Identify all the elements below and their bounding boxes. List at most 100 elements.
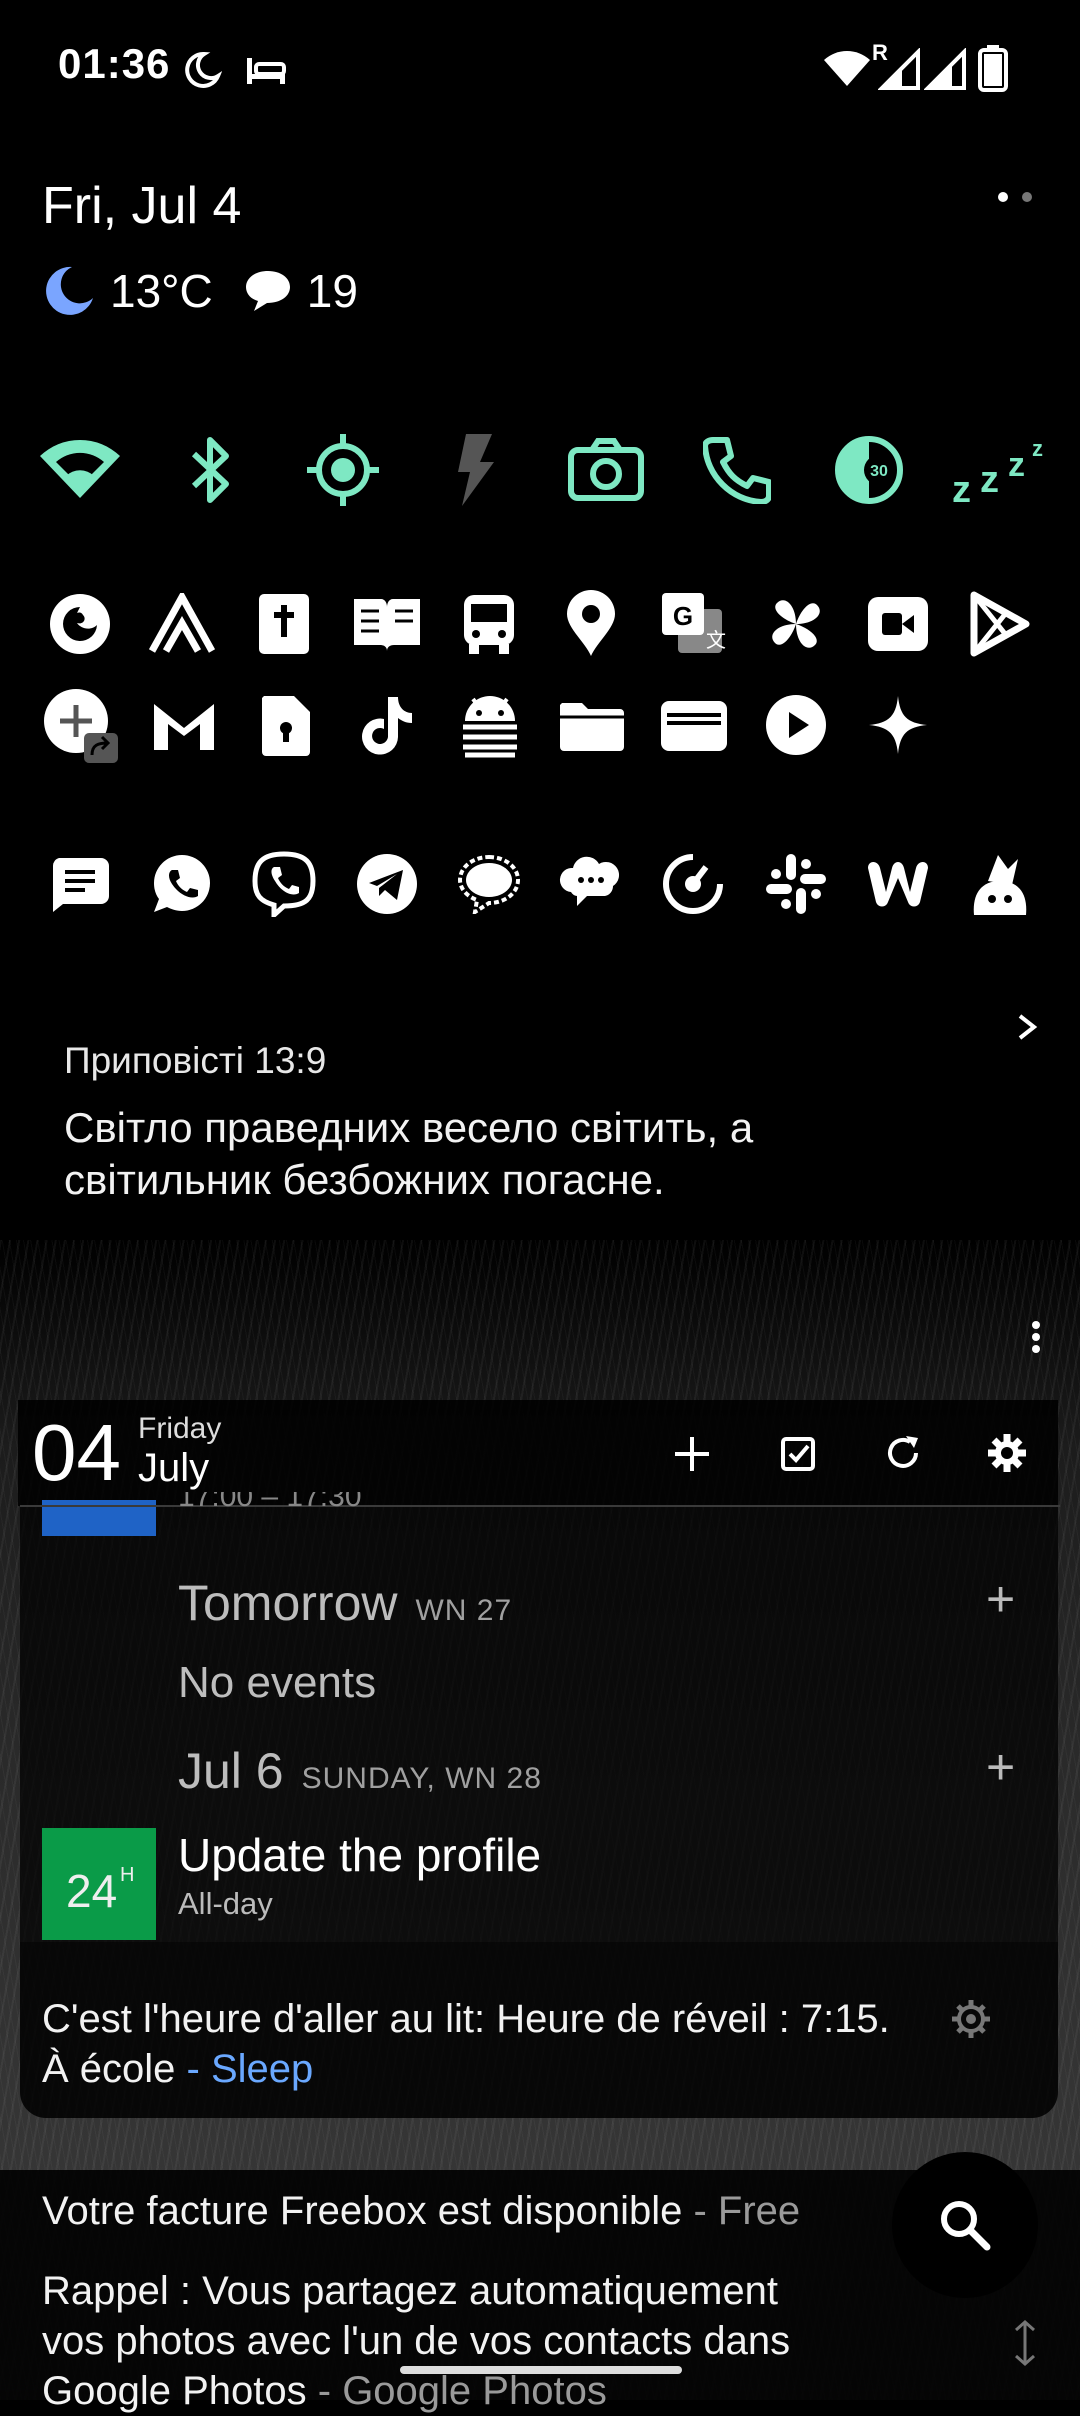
weather-row[interactable]: 13°C 19 — [42, 264, 358, 318]
app-icons-row-1: G文 — [30, 574, 1050, 674]
date-label[interactable]: Fri, Jul 4 — [42, 176, 241, 236]
timer-icon[interactable] — [643, 834, 743, 934]
speech-bubble-icon — [245, 271, 290, 311]
android-icon[interactable] — [440, 675, 540, 775]
svg-text:z: z — [980, 459, 999, 501]
gmail-icon[interactable] — [134, 675, 234, 775]
verse-reference[interactable]: Приповісті 13:9 — [64, 1040, 326, 1082]
page-dot-active — [998, 192, 1008, 202]
svg-text:文: 文 — [706, 629, 726, 652]
tomorrow-label: Tomorrow — [178, 1575, 398, 1631]
pinwheel-icon[interactable] — [746, 574, 846, 674]
app-icons-row-3 — [30, 834, 1050, 934]
viber-icon[interactable] — [234, 834, 334, 934]
notification-app-name: - Google Photos — [306, 2369, 607, 2413]
video-call-icon[interactable] — [848, 574, 948, 674]
timer-30-icon[interactable]: 30 — [819, 420, 919, 520]
telegram-icon[interactable] — [337, 834, 437, 934]
page-dot — [1022, 192, 1032, 202]
svg-text:z: z — [1008, 446, 1025, 484]
wallet-icon[interactable] — [644, 675, 744, 775]
play-icon[interactable] — [746, 675, 846, 775]
character-icon[interactable] — [950, 834, 1050, 934]
folder-icon[interactable] — [542, 675, 642, 775]
verse-text[interactable]: Світло праведних весело світить, а світи… — [64, 1102, 964, 1206]
event-time-badge[interactable]: 24 H — [42, 1828, 156, 1940]
calendar-day-number[interactable]: 04 — [32, 1408, 121, 1498]
week-number: WN 27 — [415, 1594, 513, 1627]
calendar-month: July — [138, 1446, 210, 1490]
more-vert-icon[interactable] — [1028, 1320, 1044, 1354]
sparkle-icon[interactable] — [848, 675, 948, 775]
day-header-tomorrow: Tomorrow WN 27 — [178, 1574, 512, 1632]
location-icon[interactable] — [293, 420, 393, 520]
day-header-jul6: Jul 6 SUNDAY, WN 28 — [178, 1742, 542, 1800]
webtoon-icon[interactable] — [848, 834, 948, 934]
page-indicator — [998, 192, 1032, 202]
next-day-label: Jul 6 — [178, 1743, 284, 1799]
calendar-header-divider — [20, 1505, 1060, 1507]
slack-icon[interactable] — [746, 834, 846, 934]
expand-collapse-icon[interactable] — [1010, 2318, 1040, 2368]
search-icon — [941, 2201, 991, 2251]
add-task-icon[interactable] — [778, 1434, 818, 1474]
camera-icon[interactable] — [556, 420, 656, 520]
moon-icon — [46, 266, 93, 315]
maps-icon[interactable] — [541, 574, 641, 674]
event-subtitle: All-day — [178, 1886, 273, 1921]
wifi-icon[interactable] — [30, 420, 130, 520]
event-title[interactable]: Update the profile — [178, 1828, 541, 1882]
quick-settings-row: 30 zzzz — [30, 420, 1050, 520]
svg-text:30: 30 — [870, 463, 888, 480]
bible-icon[interactable] — [234, 574, 334, 674]
bus-icon[interactable] — [439, 574, 539, 674]
sleep-zzz-icon[interactable]: zzzz — [950, 420, 1050, 520]
messages-count: 19 — [306, 265, 358, 317]
calendar-weekday: Friday — [138, 1412, 222, 1445]
arc-icon[interactable] — [132, 574, 232, 674]
whatsapp-icon[interactable] — [132, 834, 232, 934]
notification-google-photos[interactable]: Rappel : Vous partagez automatiquement v… — [42, 2266, 902, 2416]
chat-dotted-icon[interactable] — [439, 834, 539, 934]
notification-freebox[interactable]: Votre facture Freebox est disponible - F… — [42, 2186, 800, 2236]
flash-icon[interactable] — [424, 420, 524, 520]
settings-gear-icon[interactable] — [986, 1432, 1028, 1474]
search-button[interactable] — [892, 2152, 1038, 2298]
refresh-icon[interactable] — [882, 1432, 924, 1474]
bluetooth-icon[interactable] — [161, 420, 261, 520]
wifi-status-icon — [824, 51, 870, 86]
status-time: 01:36 — [58, 40, 171, 87]
no-events-label: No events — [178, 1658, 377, 1707]
notification-app-name: - Free — [682, 2189, 801, 2233]
phone-icon[interactable] — [687, 420, 787, 520]
firefox-icon[interactable] — [30, 574, 130, 674]
svg-text:z: z — [1032, 436, 1043, 461]
cloud-chat-icon[interactable] — [541, 834, 641, 934]
translate-icon[interactable]: G文 — [643, 574, 743, 674]
add-jul6-icon[interactable]: + — [986, 1738, 1015, 1796]
reader-icon[interactable] — [337, 574, 437, 674]
svg-text:G: G — [673, 601, 693, 631]
play-store-icon[interactable] — [950, 574, 1050, 674]
add-event-icon[interactable] — [672, 1434, 712, 1474]
partial-event-time: 17:00 – 17:30 — [178, 1492, 362, 1510]
gesture-home-bar[interactable] — [400, 2366, 682, 2374]
bed-icon — [247, 58, 286, 84]
notification-settings-icon[interactable] — [950, 1998, 992, 2040]
shortcut-icon[interactable] — [30, 675, 130, 775]
week-number: SUNDAY, WN 28 — [301, 1762, 542, 1795]
file-lock-icon[interactable] — [236, 675, 336, 775]
messages-icon[interactable] — [30, 834, 130, 934]
add-tomorrow-icon[interactable]: + — [986, 1570, 1015, 1628]
tiktok-icon[interactable] — [338, 675, 438, 775]
battery-icon — [978, 45, 1008, 92]
bedtime-moon-icon — [185, 51, 222, 88]
signal-1-icon — [878, 48, 920, 90]
chevron-right-icon[interactable] — [1014, 1012, 1040, 1042]
notification-app-name: - Sleep — [175, 2047, 314, 2091]
svg-text:z: z — [952, 469, 971, 506]
temperature: 13°C — [110, 265, 213, 317]
notification-sleep-text: C'est l'heure d'aller au lit: Heure de r… — [42, 1997, 890, 2091]
app-icons-row-2 — [30, 675, 1050, 775]
signal-2-icon — [924, 48, 966, 90]
